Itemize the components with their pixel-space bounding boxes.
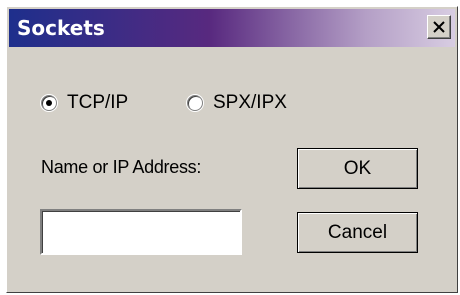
radio-dot bbox=[46, 100, 52, 106]
cancel-button[interactable]: Cancel bbox=[297, 212, 418, 253]
radio-tcp-ip[interactable]: TCP/IP bbox=[41, 89, 128, 117]
radio-spx-ipx[interactable]: SPX/IPX bbox=[187, 89, 287, 117]
radio-tcp-ip-label: TCP/IP bbox=[67, 92, 129, 113]
radio-spx-ipx-label: SPX/IPX bbox=[213, 92, 287, 113]
window-title: Sockets bbox=[17, 16, 105, 40]
radio-selected-icon bbox=[41, 95, 57, 111]
ok-button[interactable]: OK bbox=[297, 148, 418, 189]
close-icon bbox=[433, 21, 445, 33]
address-input[interactable] bbox=[40, 209, 242, 255]
sockets-dialog: Sockets TCP/IP SPX/IPX Name or IP Addres… bbox=[6, 6, 458, 293]
title-bar[interactable]: Sockets bbox=[9, 9, 455, 47]
close-button[interactable] bbox=[427, 15, 451, 39]
address-label: Name or IP Address: bbox=[41, 157, 202, 177]
radio-unselected-icon bbox=[187, 95, 203, 111]
